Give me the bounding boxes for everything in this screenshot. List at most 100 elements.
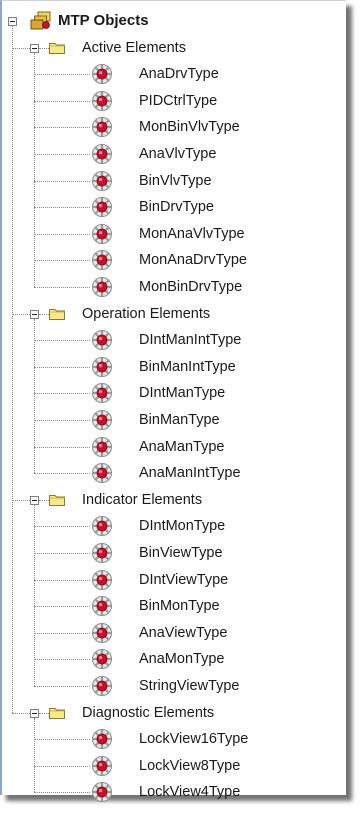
tree-item-label[interactable]: AnaVlvType	[139, 145, 216, 163]
tree-connector-line	[39, 313, 49, 315]
tree-connector-line	[34, 100, 90, 102]
tree-item-label[interactable]: DIntManIntType	[139, 331, 241, 349]
tree-connector-line	[34, 526, 90, 528]
element-type-icon	[92, 782, 112, 803]
tree-connector-line	[34, 606, 90, 608]
tree-item-label[interactable]: BinManType	[139, 411, 220, 429]
tree-connector-line	[34, 233, 90, 235]
group-expand-toggle[interactable]	[30, 309, 39, 319]
element-type-icon	[92, 463, 112, 484]
folder-icon	[49, 42, 65, 54]
tree-panel: MTP Objects Active Elements AnaDrvType PIDC…	[0, 0, 346, 803]
tree-connector-line	[34, 318, 35, 474]
tree-connector-line	[34, 180, 90, 182]
tree-connector-line	[34, 446, 90, 448]
element-type-icon	[92, 729, 112, 750]
tree-item-label[interactable]: AnaMonType	[139, 650, 224, 668]
tree-item-label[interactable]: LockView8Type	[139, 757, 240, 775]
element-type-icon	[92, 330, 112, 351]
tree-connector-line	[34, 287, 90, 288]
tree-item-label[interactable]: MonBinDrvType	[139, 278, 242, 296]
element-type-icon	[92, 649, 112, 670]
tree-connector-line	[34, 260, 90, 262]
tree-root-label[interactable]: MTP Objects	[58, 12, 149, 30]
tree-item-label[interactable]: AnaManIntType	[139, 464, 241, 482]
tree-item-label[interactable]: BinVlvType	[139, 172, 212, 190]
element-type-icon	[92, 436, 112, 457]
tree-item-label[interactable]: LockView4Type	[139, 783, 240, 801]
tree-connector-line	[34, 366, 90, 368]
element-type-icon	[92, 676, 112, 696]
root-expand-toggle[interactable]	[8, 17, 17, 26]
element-type-icon	[92, 383, 112, 404]
tree-group-label[interactable]: Active Elements	[82, 39, 186, 57]
tree-connector-line	[34, 579, 90, 581]
tree-connector-line	[34, 207, 90, 209]
tree-connector-line	[12, 47, 30, 49]
element-type-icon	[92, 596, 112, 617]
tree-connector-line	[34, 154, 90, 155]
tree-item-label[interactable]: DIntMonType	[139, 517, 225, 535]
tree-connector-line	[34, 659, 90, 661]
tree-item-label[interactable]: BinManIntType	[139, 358, 236, 376]
tree-item-label[interactable]: AnaViewType	[139, 624, 227, 642]
element-type-icon	[92, 197, 112, 218]
element-type-icon	[92, 622, 112, 643]
group-expand-toggle[interactable]	[30, 43, 39, 53]
objects-stack-icon	[30, 11, 51, 30]
element-type-icon	[92, 117, 112, 138]
tree-item-label[interactable]: MonAnaDrvType	[139, 251, 247, 269]
element-type-icon	[92, 170, 112, 191]
tree-connector-line	[12, 313, 30, 315]
tree-connector-line	[34, 739, 90, 741]
element-type-icon	[92, 356, 112, 377]
element-type-icon	[92, 755, 112, 776]
tree-connector-line	[34, 632, 90, 634]
tree-connector-line	[12, 712, 30, 714]
element-type-icon	[92, 250, 112, 271]
tree-group-label[interactable]: Diagnostic Elements	[82, 704, 214, 722]
group-expand-toggle[interactable]	[30, 495, 39, 505]
tree-connector-line	[34, 717, 35, 793]
tree-item-label[interactable]: StringViewType	[139, 677, 239, 695]
tree-group-label[interactable]: Indicator Elements	[82, 491, 202, 509]
tree-connector-line	[34, 420, 90, 421]
tree-item-label[interactable]: AnaManType	[139, 438, 224, 456]
tree-item-label[interactable]: MonAnaVlvType	[139, 225, 245, 243]
tree-connector-line	[34, 52, 35, 287]
tree-connector-line	[34, 504, 35, 686]
tree-item-label[interactable]: DIntManType	[139, 384, 225, 402]
tree-connector-line	[34, 393, 90, 395]
tree-connector-line	[39, 47, 49, 49]
element-type-icon	[92, 516, 112, 537]
tree-connector-line	[34, 473, 90, 475]
group-expand-toggle[interactable]	[30, 708, 39, 718]
tree-connector-line	[34, 792, 90, 794]
element-type-icon	[92, 569, 112, 590]
tree-item-label[interactable]: PIDCtrlType	[139, 92, 217, 110]
element-type-icon	[92, 144, 112, 164]
element-type-icon	[92, 90, 112, 111]
element-type-icon	[92, 277, 112, 297]
folder-icon	[49, 308, 65, 320]
tree-item-label[interactable]: BinDrvType	[139, 198, 214, 216]
tree-item-label[interactable]: BinMonType	[139, 597, 220, 615]
tree-connector-line	[12, 499, 30, 501]
tree-connector-line	[34, 553, 90, 554]
tree-connector-line	[34, 340, 90, 342]
tree-connector-line	[34, 765, 90, 767]
tree-connector-line	[34, 74, 90, 76]
tree-connector-line	[12, 26, 13, 713]
tree-item-label[interactable]: DIntViewType	[139, 571, 228, 589]
element-type-icon	[92, 410, 112, 430]
tree-connector-line	[39, 499, 49, 501]
element-type-icon	[92, 223, 112, 244]
tree-item-label[interactable]: LockView16Type	[139, 730, 248, 748]
tree-item-label[interactable]: MonBinVlvType	[139, 118, 240, 136]
folder-icon	[49, 707, 65, 719]
tree-item-label[interactable]: AnaDrvType	[139, 65, 219, 83]
tree-group-label[interactable]: Operation Elements	[82, 305, 210, 323]
tree-connector-line	[34, 127, 90, 129]
tree-item-label[interactable]: BinViewType	[139, 544, 223, 562]
element-type-icon	[92, 64, 112, 85]
